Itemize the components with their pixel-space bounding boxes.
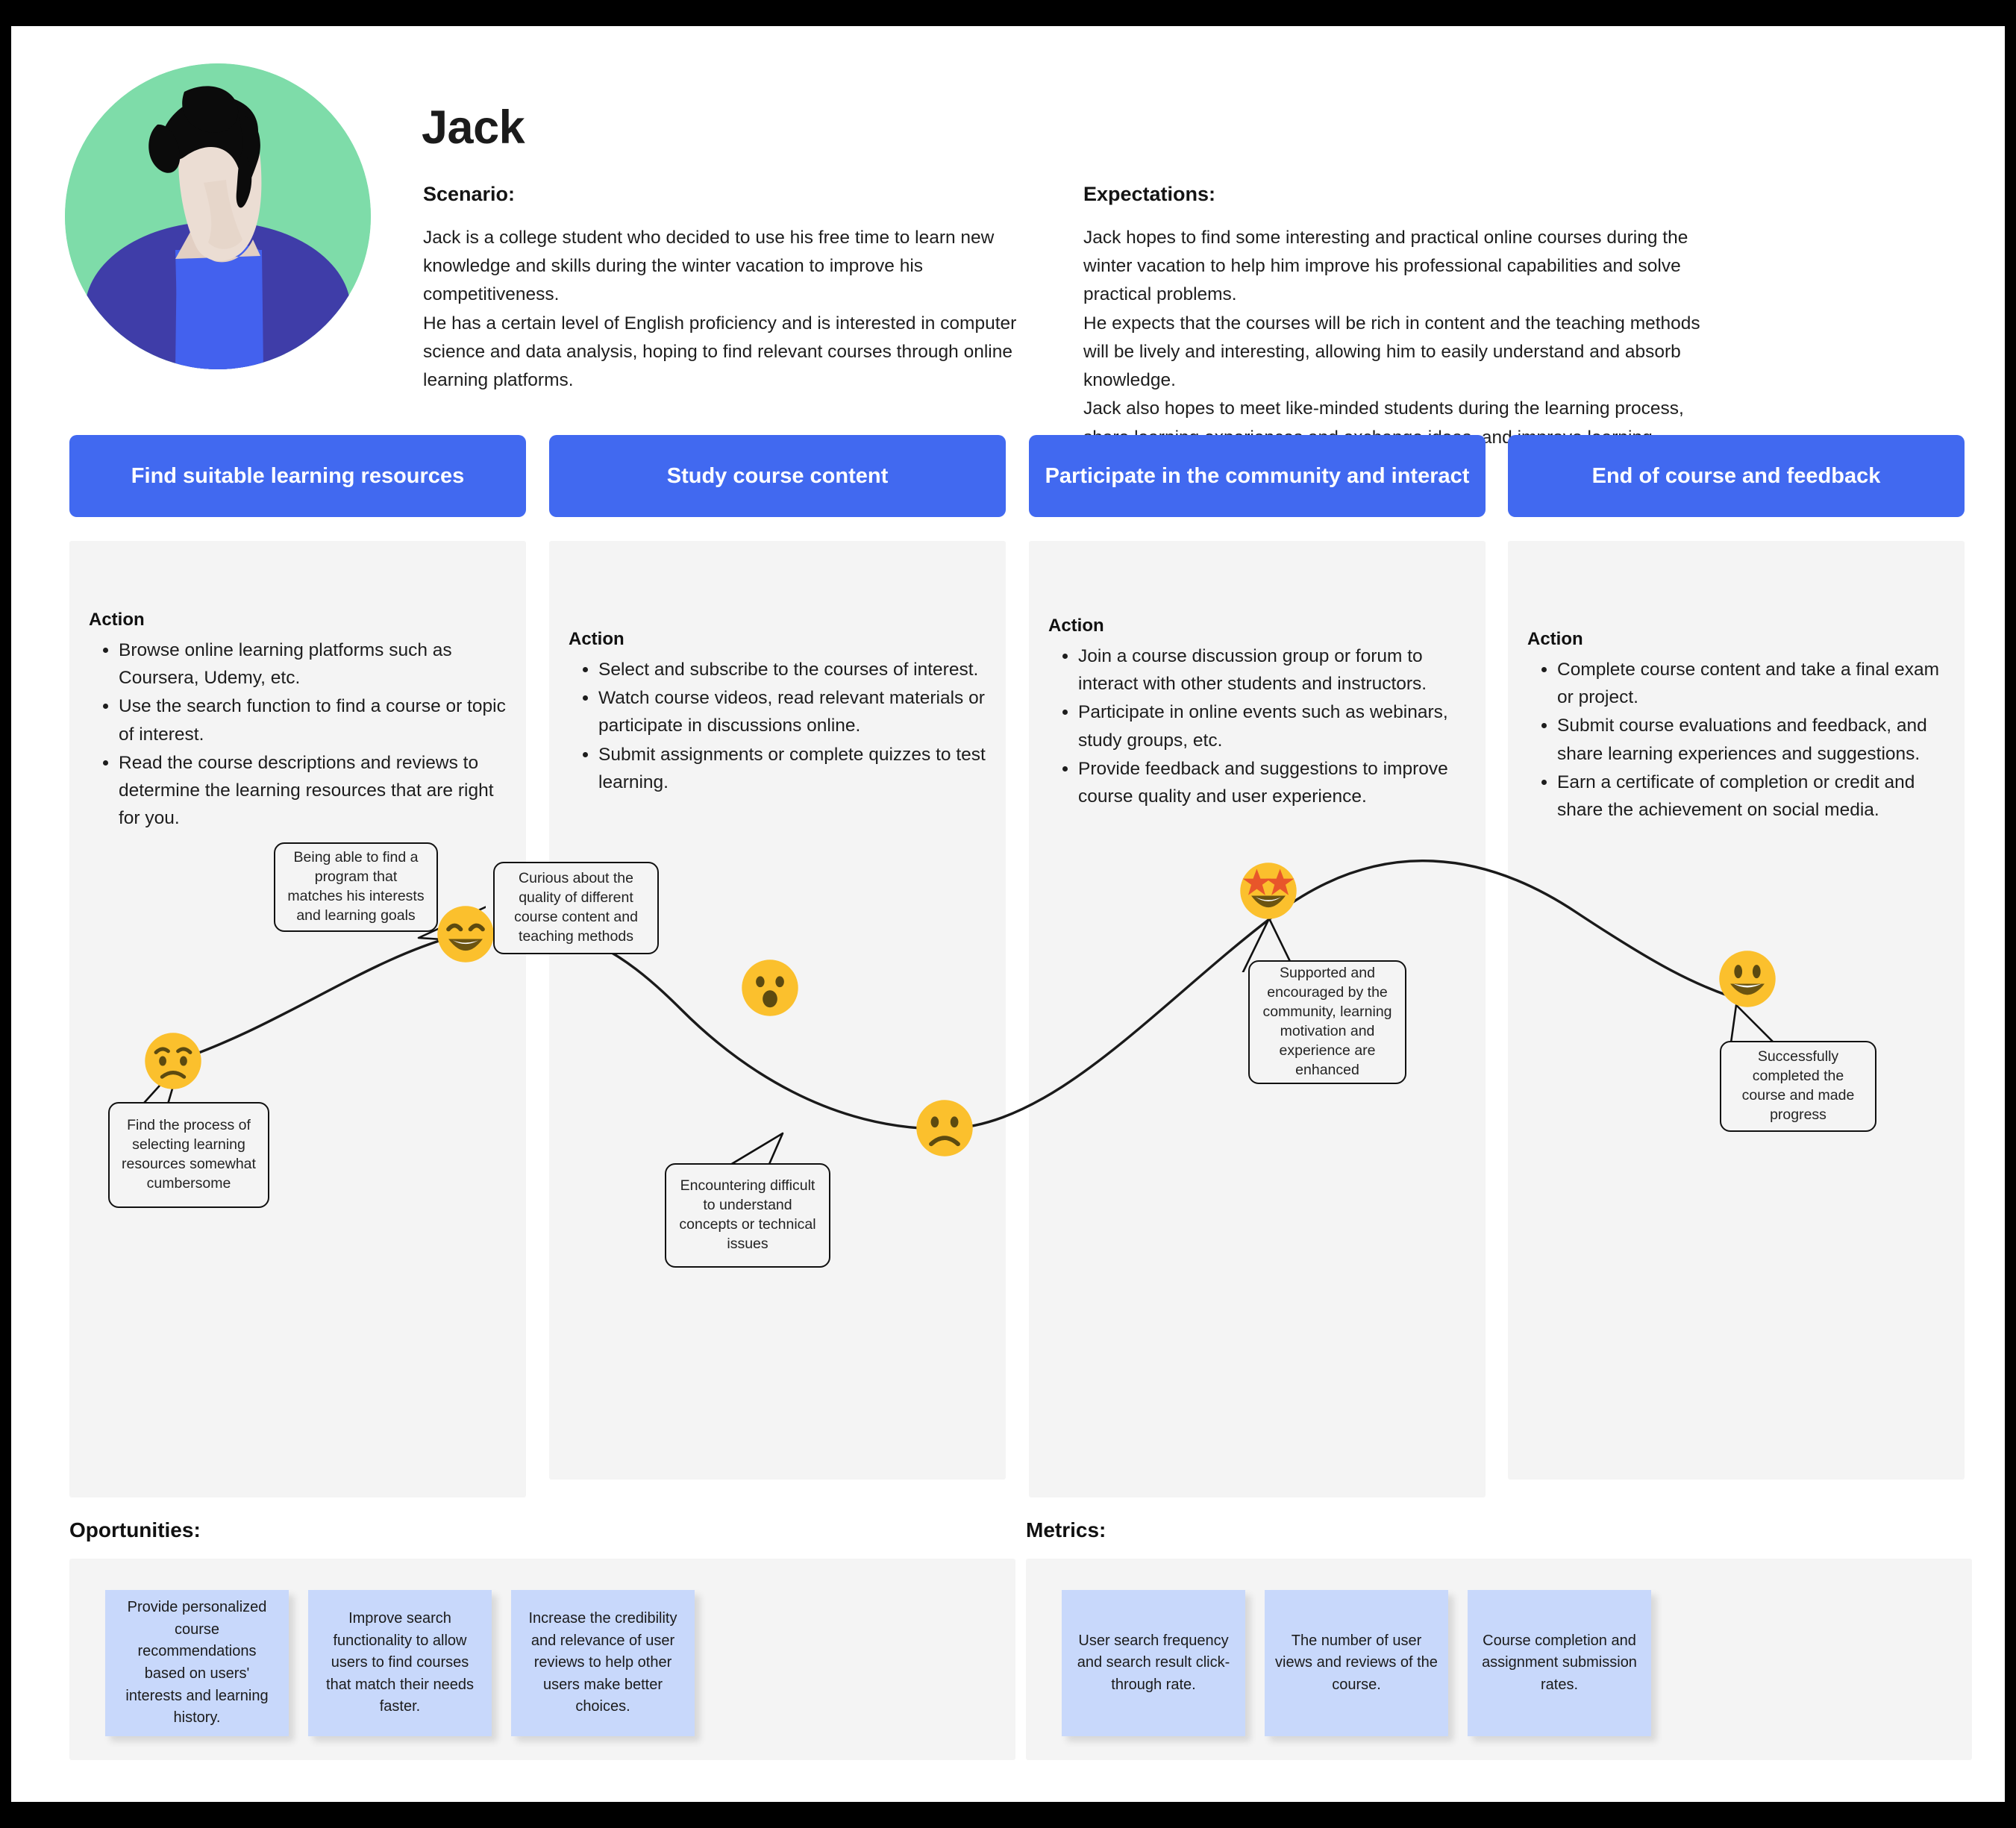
action-title-1: Action	[89, 610, 145, 630]
bottom-sections: Oportunities: Provide personalized cours…	[69, 1518, 1972, 1787]
action-block-3: Action Join a course discussion group or…	[1048, 616, 1469, 811]
action-item: Earn a certificate of completion or cred…	[1557, 769, 1948, 824]
stage-body-3: Action Join a course discussion group or…	[1029, 541, 1486, 1497]
stage-body-4: Action Complete course content and take …	[1508, 541, 1965, 1480]
persona-name: Jack	[422, 101, 525, 154]
opportunities-section: Oportunities: Provide personalized cours…	[69, 1518, 1015, 1760]
action-title-2: Action	[569, 629, 624, 649]
stage-body-2: Action Select and subscribe to the cours…	[549, 541, 1006, 1480]
action-item: Submit course evaluations and feedback, …	[1557, 712, 1948, 767]
metric-note[interactable]: The number of user views and reviews of …	[1265, 1590, 1448, 1736]
scenario-title: Scenario:	[423, 183, 516, 205]
expectations-title: Expectations:	[1083, 183, 1216, 205]
action-list-3: Join a course discussion group or forum …	[1048, 642, 1469, 810]
stage-header-2[interactable]: Study course content	[549, 435, 1006, 517]
action-item: Provide feedback and suggestions to impr…	[1078, 755, 1469, 810]
opportunity-note[interactable]: Provide personalized course recommendati…	[105, 1590, 289, 1736]
action-title-3: Action	[1048, 616, 1104, 636]
action-title-4: Action	[1527, 629, 1583, 649]
opportunities-title: Oportunities:	[69, 1518, 201, 1541]
stage-body-1: Action Browse online learning platforms …	[69, 541, 526, 1497]
action-block-1: Action Browse online learning platforms …	[89, 610, 510, 833]
opportunity-note[interactable]: Increase the credibility and relevance o…	[511, 1590, 695, 1736]
action-item: Read the course descriptions and reviews…	[119, 749, 510, 833]
metric-note[interactable]: Course completion and assignment submiss…	[1468, 1590, 1651, 1736]
stage-header-4[interactable]: End of course and feedback	[1508, 435, 1965, 517]
stage-header-3[interactable]: Participate in the community and interac…	[1029, 435, 1486, 517]
metrics-title: Metrics:	[1026, 1518, 1106, 1541]
stage-column-find-resources: Find suitable learning resources Action …	[69, 435, 526, 1497]
stage-column-study-content: Study course content Action Select and s…	[549, 435, 1006, 1480]
metrics-section: Metrics: User search frequency and searc…	[1026, 1518, 1972, 1760]
opportunities-panel: Provide personalized course recommendati…	[69, 1559, 1015, 1760]
opportunity-note[interactable]: Improve search functionality to allow us…	[308, 1590, 492, 1736]
action-item: Watch course videos, read relevant mater…	[598, 684, 989, 739]
stage-column-community: Participate in the community and interac…	[1029, 435, 1486, 1497]
scenario-body: Jack is a college student who decided to…	[423, 228, 1017, 391]
persona-header: Jack Scenario: Jack is a college student…	[57, 45, 1968, 476]
action-item: Participate in online events such as web…	[1078, 698, 1469, 754]
metrics-panel: User search frequency and search result …	[1026, 1559, 1972, 1760]
metric-note[interactable]: User search frequency and search result …	[1062, 1590, 1245, 1736]
action-list-1: Browse online learning platforms such as…	[89, 636, 510, 833]
action-list-4: Complete course content and take a final…	[1527, 656, 1948, 824]
person-avatar-icon	[65, 63, 371, 369]
action-item: Join a course discussion group or forum …	[1078, 642, 1469, 698]
journey-map-canvas: Jack Scenario: Jack is a college student…	[11, 26, 2005, 1802]
action-item: Complete course content and take a final…	[1557, 656, 1948, 711]
stage-header-1[interactable]: Find suitable learning resources	[69, 435, 526, 517]
action-block-4: Action Complete course content and take …	[1527, 629, 1948, 824]
action-item: Select and subscribe to the courses of i…	[598, 656, 989, 683]
action-item: Use the search function to find a course…	[119, 692, 510, 748]
scenario-column: Scenario: Jack is a college student who …	[423, 183, 1042, 395]
action-item: Submit assignments or complete quizzes t…	[598, 741, 989, 796]
journey-stages: Find suitable learning resources Action …	[69, 435, 1965, 1502]
action-list-2: Select and subscribe to the courses of i…	[569, 656, 989, 796]
action-block-2: Action Select and subscribe to the cours…	[569, 629, 989, 797]
stage-column-end-feedback: End of course and feedback Action Comple…	[1508, 435, 1965, 1480]
action-item: Browse online learning platforms such as…	[119, 636, 510, 692]
